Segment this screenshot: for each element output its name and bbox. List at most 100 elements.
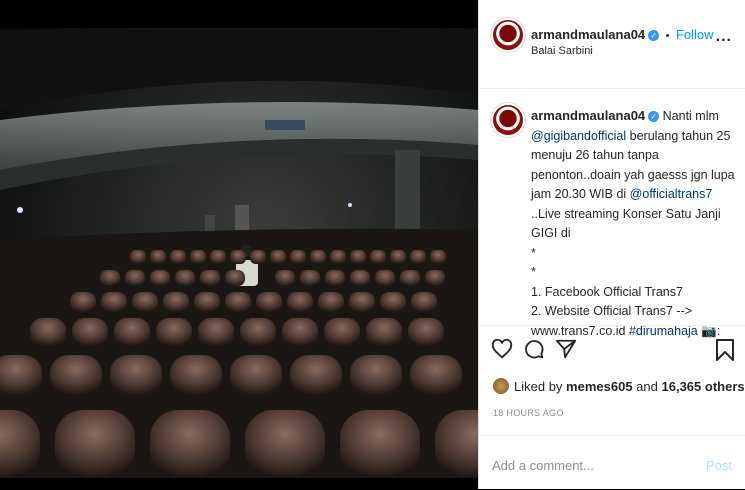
theater-seat xyxy=(230,355,282,395)
theater-seat xyxy=(198,318,234,346)
follow-button[interactable]: Follow xyxy=(676,27,714,42)
theater-seat xyxy=(200,270,220,286)
theater-seat xyxy=(349,292,375,312)
theater-seat xyxy=(390,250,406,264)
caption-bullet: * xyxy=(531,265,536,279)
theater-seat xyxy=(101,292,127,312)
theater-seat xyxy=(435,410,478,478)
theater-seat xyxy=(256,292,282,312)
theater-seat xyxy=(410,355,462,395)
share-icon[interactable] xyxy=(555,338,577,365)
theater-seat xyxy=(325,270,345,286)
caption-avatar[interactable] xyxy=(491,103,525,137)
theater-seat xyxy=(324,318,360,346)
author-avatar[interactable] xyxy=(491,18,525,52)
theater-seat xyxy=(0,355,42,395)
theater-seat xyxy=(370,250,386,264)
theater-seat xyxy=(318,292,344,312)
theater-seat xyxy=(210,250,226,264)
theater-seat xyxy=(287,292,313,312)
likes-count[interactable]: 16,365 others xyxy=(662,379,745,394)
theater-seat xyxy=(170,250,186,264)
bookmark-icon[interactable] xyxy=(715,338,735,367)
comment-input[interactable]: Add a comment... xyxy=(492,458,594,473)
theater-seat xyxy=(150,410,230,478)
theater-seat xyxy=(150,250,166,264)
post-location[interactable]: Balai Sarbini xyxy=(531,45,593,57)
theater-seat xyxy=(114,318,150,346)
theater-seat xyxy=(125,270,145,286)
theater-seat xyxy=(130,250,146,264)
theater-seat xyxy=(350,250,366,264)
theater-seat xyxy=(282,318,318,346)
likes-prefix: Liked by xyxy=(514,379,563,394)
theater-seat xyxy=(70,292,96,312)
theater-seat xyxy=(225,292,251,312)
theater-seat xyxy=(340,410,420,478)
theater-seat xyxy=(380,292,406,312)
theater-seat xyxy=(230,250,246,264)
heart-icon[interactable] xyxy=(491,338,513,365)
post-photo[interactable] xyxy=(0,0,478,489)
theater-seat xyxy=(150,270,170,286)
theater-seat xyxy=(50,355,102,395)
theater-seat xyxy=(275,270,295,286)
theater-seat xyxy=(310,250,326,264)
separator-dot: • xyxy=(665,30,670,42)
theater-seat xyxy=(240,318,276,346)
theater-seat xyxy=(425,270,445,286)
caption-bullet: * xyxy=(531,245,536,260)
action-bar xyxy=(479,325,745,366)
theater-photo xyxy=(0,0,478,489)
post-timestamp[interactable]: 18 HOURS AGO xyxy=(493,408,564,418)
theater-seat xyxy=(430,250,446,264)
theater-seat xyxy=(55,410,135,478)
theater-seat xyxy=(170,355,222,395)
more-options-icon[interactable]: ... xyxy=(716,28,732,46)
theater-seat xyxy=(250,250,266,264)
verified-icon: ✓ xyxy=(648,111,660,122)
theater-seat xyxy=(350,355,402,395)
theater-seat xyxy=(366,318,402,346)
caption-username[interactable]: armandmaulana04 xyxy=(531,108,645,123)
theater-seat xyxy=(190,250,206,264)
theater-seat xyxy=(245,410,325,478)
caption-line: 2. Website Official Trans7 --> xyxy=(531,304,693,318)
theater-seat xyxy=(330,250,346,264)
caption-text: ..Live streaming Konser Satu Janji GIGI … xyxy=(531,206,721,241)
theater-seat xyxy=(194,292,220,312)
theater-seat xyxy=(300,270,320,286)
theater-seat xyxy=(100,270,120,286)
liker-username[interactable]: memes605 xyxy=(566,379,633,394)
theater-seat xyxy=(110,355,162,395)
comment-icon[interactable] xyxy=(523,338,545,365)
theater-seat xyxy=(225,270,245,286)
theater-seat xyxy=(163,292,189,312)
theater-seat xyxy=(175,270,195,286)
post-header: armandmaulana04 ✓ • Follow Balai Sarbini … xyxy=(479,0,745,89)
liker-avatar[interactable] xyxy=(493,378,509,394)
verified-icon: ✓ xyxy=(648,30,660,41)
caption-line: 1. Facebook Official Trans7 xyxy=(531,284,683,299)
theater-seat xyxy=(408,318,444,346)
theater-seat xyxy=(400,270,420,286)
author-username[interactable]: armandmaulana04 xyxy=(531,27,645,42)
theater-seat xyxy=(375,270,395,286)
author-row: armandmaulana04 ✓ • Follow xyxy=(531,26,714,44)
likes-summary: Liked by memes605 and 16,365 others xyxy=(493,378,745,394)
post-comment-button[interactable]: Post xyxy=(706,458,732,473)
theater-seat xyxy=(350,270,370,286)
caption-text: Nanti mlm xyxy=(662,109,719,123)
theater-seat xyxy=(270,250,286,264)
theater-seat xyxy=(290,250,306,264)
theater-seat xyxy=(290,355,342,395)
mention-link[interactable]: @officialtrans7 xyxy=(630,187,713,201)
theater-seat xyxy=(132,292,158,312)
theater-seat xyxy=(30,318,66,346)
post-sidebar: armandmaulana04 ✓ • Follow Balai Sarbini … xyxy=(478,0,745,489)
post-caption: armandmaulana04 ✓ Nanti mlm @gigibandoffi… xyxy=(531,106,736,341)
theater-seat xyxy=(156,318,192,346)
theater-seat xyxy=(411,292,437,312)
mention-link[interactable]: @gigibandofficial xyxy=(531,129,626,143)
theater-seat xyxy=(410,250,426,264)
